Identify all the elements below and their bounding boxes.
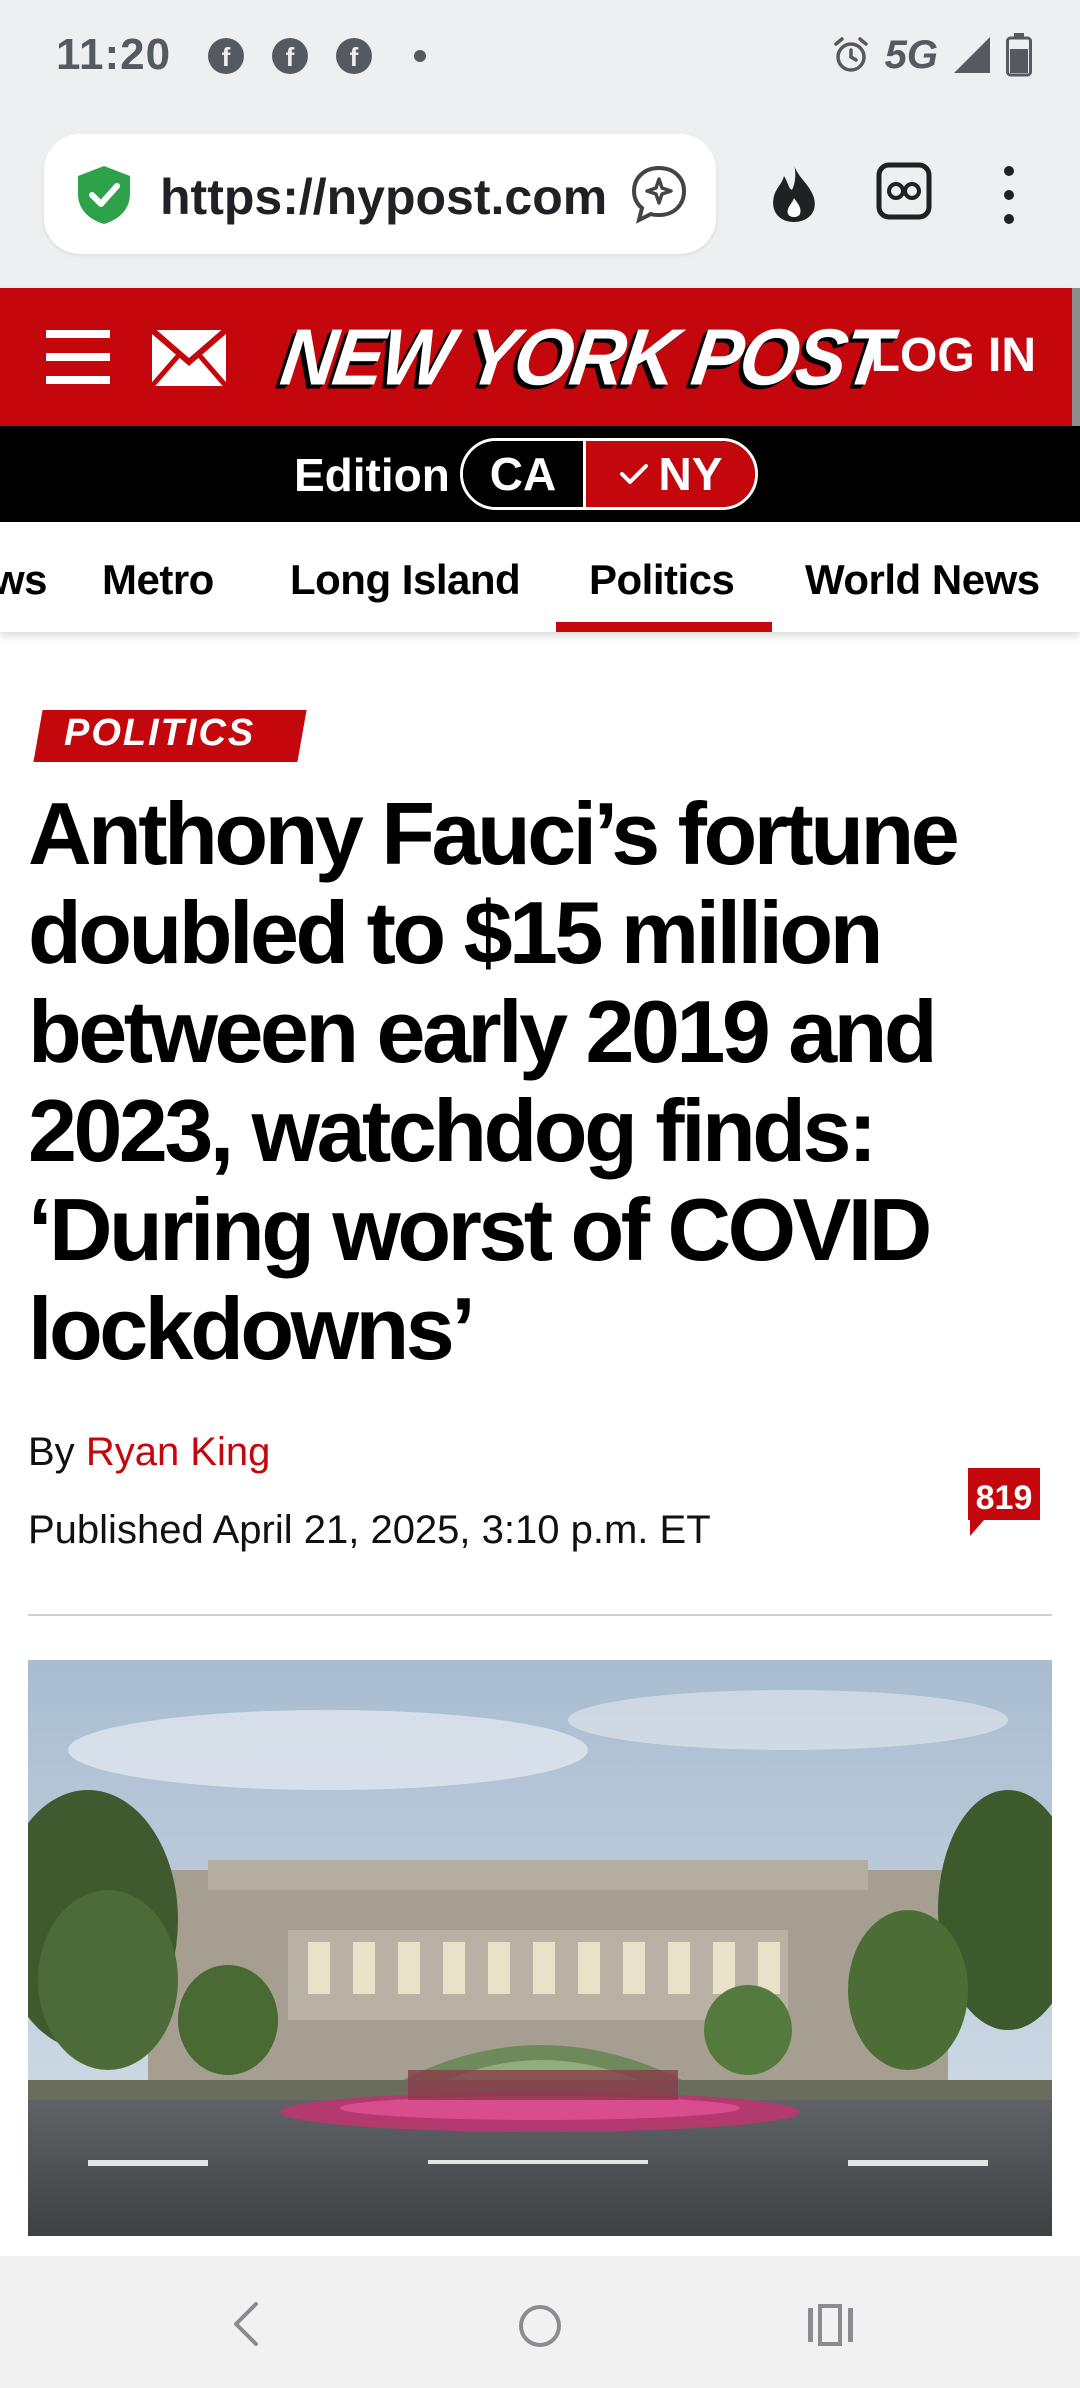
edition-bar: Edition CA NY: [0, 426, 1080, 522]
publish-date: Published April 21, 2025, 3:10 p.m. ET: [28, 1508, 711, 1552]
back-icon[interactable]: [228, 2300, 264, 2348]
article-hero-image[interactable]: [28, 1660, 1052, 2236]
nav-item-long-island[interactable]: Long Island: [290, 556, 521, 604]
page-scrollbar[interactable]: [1072, 288, 1080, 426]
facebook-icon: f: [272, 38, 308, 74]
check-icon: [619, 464, 648, 484]
byline-prefix: By: [28, 1430, 75, 1474]
nav-active-indicator: [556, 622, 772, 632]
system-nav-bar: [0, 2256, 1080, 2388]
facebook-icon: f: [208, 38, 244, 74]
nav-item-politics[interactable]: Politics: [589, 556, 735, 604]
byline: By Ryan King: [28, 1430, 270, 1475]
site-header: NEW YORK POST LOG IN: [0, 288, 1080, 426]
more-notifications-dot: [414, 50, 426, 62]
edition-option-ca-label: CA: [489, 448, 557, 500]
hero-illustration: [28, 1660, 1052, 2236]
browser-toolbar: https://nypost.com: [0, 112, 1080, 288]
status-time: 11:20: [56, 30, 172, 79]
hamburger-menu-icon[interactable]: [46, 330, 110, 384]
status-right: 5G: [831, 30, 1032, 80]
facebook-icon: f: [336, 38, 372, 74]
alarm-icon: [833, 37, 868, 72]
section-nav: ws Metro Long Island Politics World News: [0, 522, 1080, 632]
author-link[interactable]: Ryan King: [86, 1430, 271, 1474]
edition-label: Edition: [294, 449, 450, 501]
assistant-icon[interactable]: [630, 164, 688, 224]
signal-icon: [954, 37, 990, 73]
article-headline: Anthony Fauci’s fortune doubled to $15 m…: [28, 784, 960, 1378]
home-icon[interactable]: [516, 2302, 564, 2350]
edition-option-ny[interactable]: NY: [583, 441, 755, 507]
edition-toggle[interactable]: CA NY: [460, 438, 758, 510]
comment-count[interactable]: 819: [968, 1470, 1040, 1528]
logo-text: NEW YORK POST: [275, 312, 894, 403]
nav-item-news[interactable]: ws: [0, 556, 48, 604]
more-vert-icon[interactable]: [1004, 166, 1016, 226]
battery-icon: [1006, 33, 1032, 77]
nav-item-world-news[interactable]: World News: [805, 556, 1040, 604]
network-type: 5G: [884, 32, 938, 77]
secure-shield-icon[interactable]: [74, 164, 134, 226]
login-button[interactable]: LOG IN: [871, 328, 1036, 383]
newsletter-mail-icon[interactable]: [150, 328, 228, 388]
divider: [28, 1614, 1052, 1616]
edition-option-ny-label: NY: [658, 448, 723, 500]
category-tag[interactable]: POLITICS: [64, 712, 255, 755]
url-text[interactable]: https://nypost.com: [160, 168, 650, 226]
tab-switcher-icon[interactable]: [876, 162, 932, 222]
flame-icon[interactable]: [766, 162, 822, 224]
nav-item-metro[interactable]: Metro: [102, 556, 214, 604]
nypost-logo[interactable]: NEW YORK POST: [262, 306, 894, 406]
status-bar: 11:20 f f f 5G: [0, 0, 1080, 112]
address-bar[interactable]: https://nypost.com: [44, 134, 716, 254]
recents-icon[interactable]: [806, 2302, 856, 2348]
edition-option-ca[interactable]: CA: [463, 441, 583, 507]
